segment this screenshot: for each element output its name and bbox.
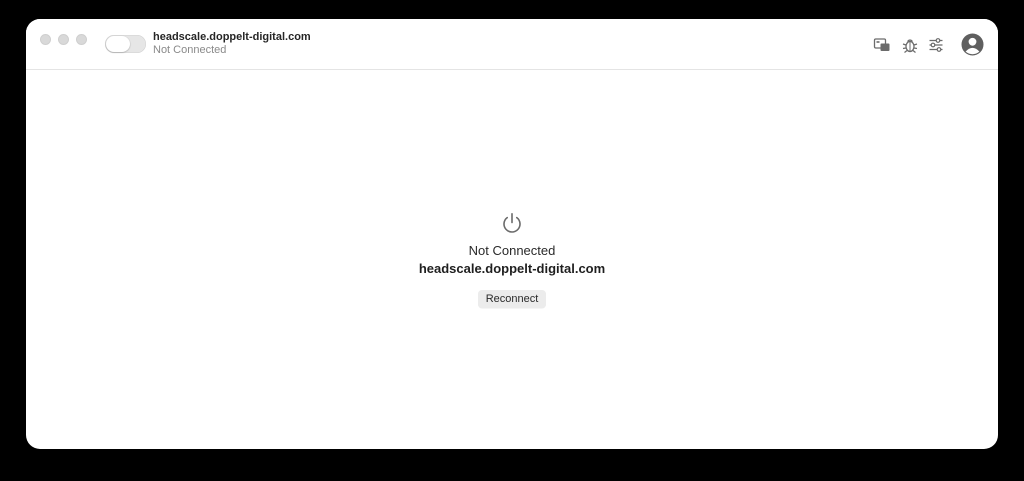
title-status: Not Connected xyxy=(153,44,227,56)
settings-sliders-icon[interactable] xyxy=(927,36,945,54)
server-host: headscale.doppelt-digital.com xyxy=(418,261,606,276)
minimize-window-button[interactable] xyxy=(58,34,69,45)
title-block: headscale.doppelt-digital.com Not Connec… xyxy=(153,31,311,57)
account-avatar-icon[interactable] xyxy=(961,33,984,56)
main-content: Not Connected headscale.doppelt-digital.… xyxy=(26,70,998,449)
toggle-knob xyxy=(106,36,130,52)
title-bar: headscale.doppelt-digital.com Not Connec… xyxy=(26,19,998,70)
title-host: headscale.doppelt-digital.com xyxy=(153,31,311,43)
reconnect-button[interactable]: Reconnect xyxy=(478,290,546,308)
close-window-button[interactable] xyxy=(40,34,51,45)
connection-toggle[interactable] xyxy=(105,35,146,53)
connection-status: Not Connected xyxy=(468,243,556,258)
exit-node-icon[interactable] xyxy=(873,36,891,54)
zoom-window-button[interactable] xyxy=(76,34,87,45)
power-icon xyxy=(500,211,524,235)
bug-icon[interactable] xyxy=(901,36,919,54)
app-window: headscale.doppelt-digital.com Not Connec… xyxy=(26,19,998,449)
